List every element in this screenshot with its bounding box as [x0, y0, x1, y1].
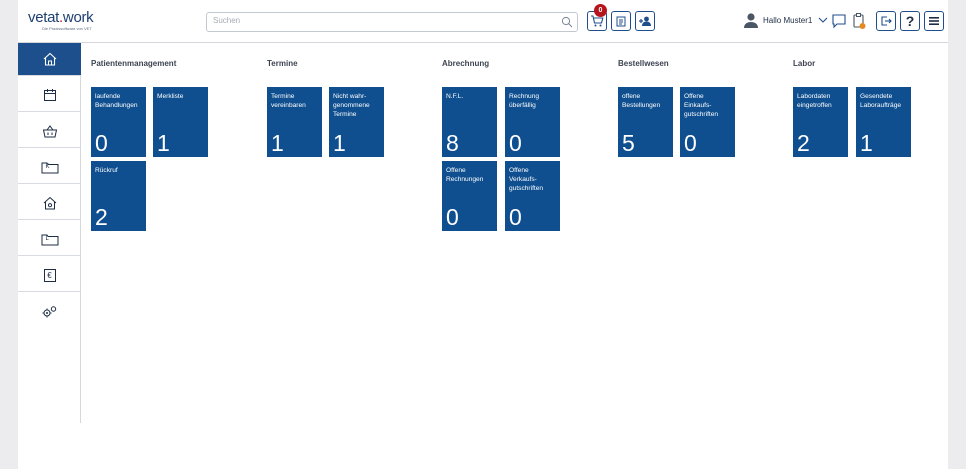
tile-label: Offene Einkaufs-gutschriften	[684, 93, 719, 118]
tile-value: 2	[797, 130, 810, 156]
cart-button[interactable]: 0	[587, 4, 607, 31]
section-title-bestellwesen: Bestellwesen	[618, 59, 669, 68]
tile-label: Offene Rechnungen	[446, 167, 484, 183]
tile-rueckruf[interactable]: Rückruf 2	[91, 161, 146, 231]
sidebar-item-house-settings[interactable]	[18, 187, 81, 220]
section-title-patientenmanagement: Patientenmanagement	[91, 59, 177, 68]
sidebar: K L €	[18, 43, 81, 423]
tile-value: 1	[271, 130, 284, 156]
app-window: vetat.work Die Praxissoftware von VET 0	[18, 0, 948, 469]
tile-label: Merkliste	[157, 93, 184, 100]
logo-part-main: vetat	[28, 9, 60, 26]
section-title-labor: Labor	[793, 59, 816, 68]
tile-value: 1	[860, 130, 873, 156]
tile-offene-verkaufsgutschriften[interactable]: Offene Verkaufs-gutschriften 0	[505, 161, 560, 231]
tile-label: Offene Verkaufs-gutschriften	[509, 167, 544, 192]
calendar-icon	[43, 88, 57, 102]
section-title-abrechnung: Abrechnung	[442, 59, 490, 68]
sidebar-item-calendar[interactable]	[18, 79, 81, 112]
search-icon[interactable]	[561, 16, 573, 28]
section-title-termine: Termine	[267, 59, 298, 68]
user-avatar-icon[interactable]	[742, 11, 760, 29]
tile-offene-einkaufsgutschriften[interactable]: Offene Einkaufs-gutschriften 0	[680, 87, 735, 157]
house-settings-icon	[42, 196, 58, 210]
folder-k-letter: K	[45, 163, 50, 170]
tile-value: 0	[509, 204, 522, 230]
euro-letter: €	[47, 270, 52, 280]
tile-termine-vereinbaren[interactable]: Termine vereinbaren 1	[267, 87, 322, 157]
tile-value: 0	[95, 130, 108, 156]
clipboard-notification-icon[interactable]	[851, 12, 867, 30]
tile-label: Rückruf	[95, 167, 118, 174]
tile-value: 1	[157, 130, 170, 156]
tile-label: Nicht wahr-genommene Termine	[333, 93, 370, 118]
hamburger-icon	[928, 15, 940, 27]
sidebar-item-euro[interactable]: €	[18, 259, 81, 292]
help-label: ?	[905, 13, 915, 29]
tile-labordaten-eingetroffen[interactable]: Labordaten eingetroffen 2	[793, 87, 848, 157]
tile-value: 8	[446, 130, 459, 156]
tile-rechnung-ueberfaellig[interactable]: Rechnung überfällig 0	[505, 87, 560, 157]
tile-label: laufende Behandlungen	[95, 93, 138, 109]
invoice-icon	[614, 14, 628, 28]
tile-nfl[interactable]: N.F.L. 8	[442, 87, 497, 157]
sidebar-item-folder-l[interactable]: L	[18, 223, 81, 256]
euro-icon: €	[43, 268, 56, 282]
gears-icon	[41, 305, 59, 319]
basket-icon	[42, 124, 58, 138]
tile-label: Gesendete Laboraufträge	[860, 93, 902, 109]
top-bar: vetat.work Die Praxissoftware von VET 0	[18, 0, 948, 43]
logo-wordmark: vetat.work	[28, 9, 108, 26]
user-greeting[interactable]: Hallo Muster1	[763, 16, 812, 25]
logo-part-end: work	[62, 9, 94, 26]
tile-label: offene Bestellungen	[622, 93, 661, 109]
tile-laufende-behandlungen[interactable]: laufende Behandlungen 0	[91, 87, 146, 157]
tile-offene-rechnungen[interactable]: Offene Rechnungen 0	[442, 161, 497, 231]
tile-label: Labordaten eingetroffen	[797, 93, 832, 109]
sidebar-item-folder-k[interactable]: K	[18, 151, 81, 184]
add-patient-button[interactable]	[635, 11, 655, 31]
logo[interactable]: vetat.work Die Praxissoftware von VET	[28, 9, 108, 35]
tile-value: 0	[509, 130, 522, 156]
logo-subtitle: Die Praxissoftware von VET	[42, 26, 92, 31]
chat-icon[interactable]	[831, 12, 847, 30]
tile-gesendete-laborauftraege[interactable]: Gesendete Laboraufträge 1	[856, 87, 911, 157]
tile-value: 2	[95, 204, 108, 230]
invoice-button[interactable]	[611, 11, 631, 31]
tile-merkliste[interactable]: Merkliste 1	[153, 87, 208, 157]
folder-l-icon: L	[41, 233, 59, 246]
tile-value: 0	[446, 204, 459, 230]
cart-badge: 0	[594, 4, 607, 17]
logout-icon	[879, 14, 893, 28]
search-input[interactable]	[213, 16, 543, 25]
add-person-icon	[638, 14, 652, 28]
tile-value: 1	[333, 130, 346, 156]
tile-label: N.F.L.	[446, 93, 464, 100]
sidebar-item-basket[interactable]	[18, 115, 81, 148]
sidebar-item-home[interactable]	[18, 43, 81, 76]
tile-offene-bestellungen[interactable]: offene Bestellungen 5	[618, 87, 673, 157]
home-icon	[42, 52, 58, 66]
sidebar-item-settings[interactable]	[18, 295, 81, 328]
tile-label: Termine vereinbaren	[271, 93, 306, 109]
menu-button[interactable]	[924, 11, 944, 31]
tile-nicht-wahrgenommene-termine[interactable]: Nicht wahr-genommene Termine 1	[329, 87, 384, 157]
logout-button[interactable]	[876, 11, 896, 31]
help-button[interactable]: ?	[900, 11, 920, 31]
tile-value: 0	[684, 130, 697, 156]
tile-value: 5	[622, 130, 635, 156]
folder-l-letter: L	[45, 235, 49, 242]
search-box	[206, 12, 578, 32]
tile-label: Rechnung überfällig	[509, 93, 540, 109]
chevron-down-icon[interactable]	[818, 15, 828, 25]
folder-k-icon: K	[41, 161, 59, 174]
